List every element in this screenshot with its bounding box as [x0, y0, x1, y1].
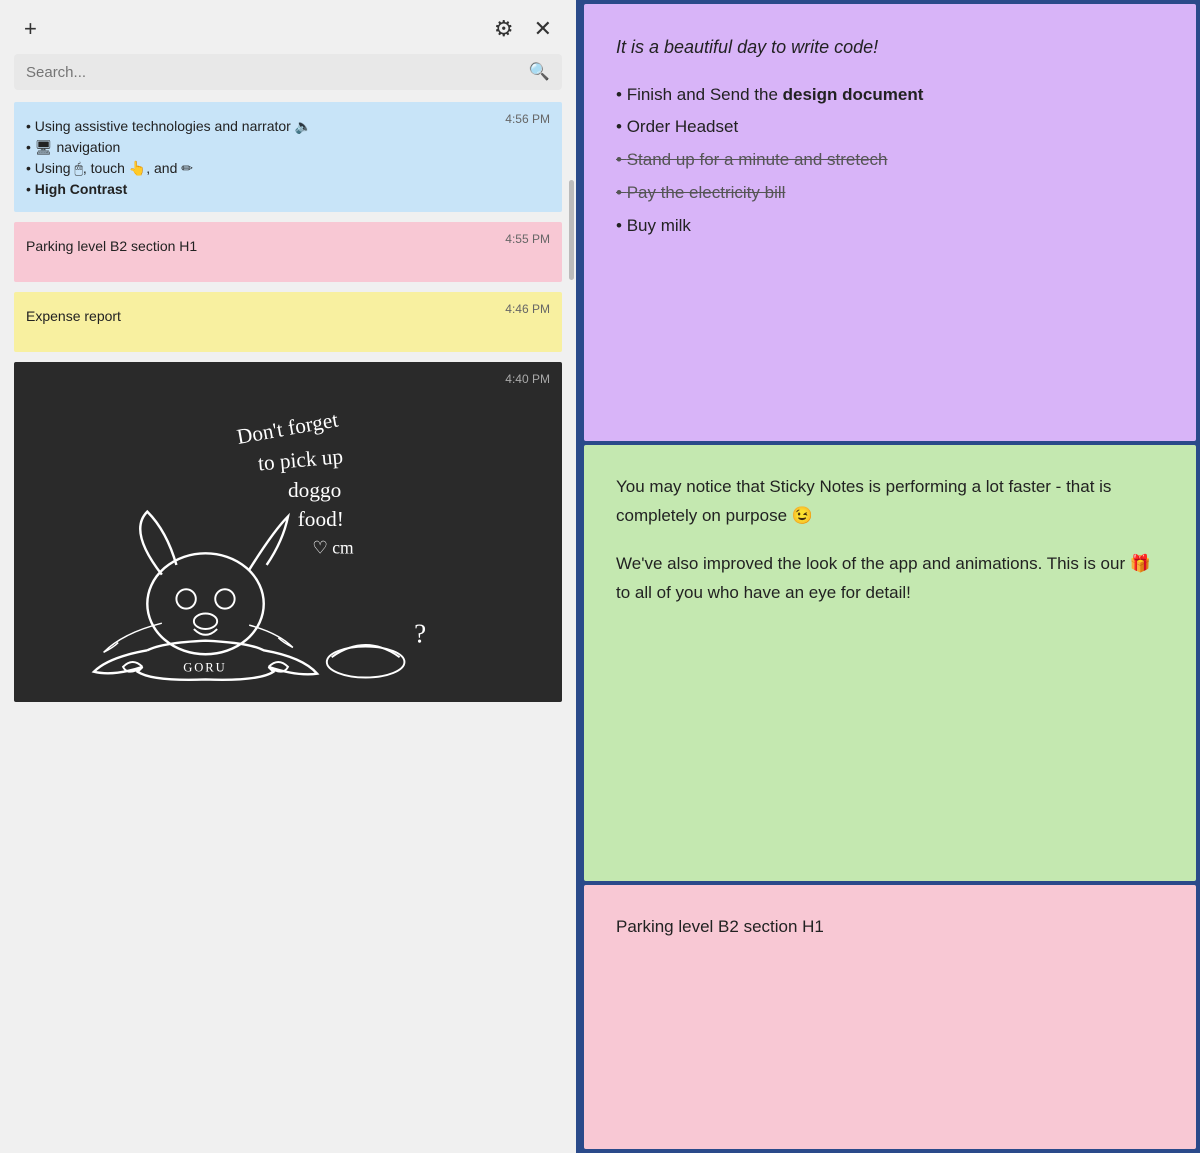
timestamp-blue: 4:56 PM	[505, 112, 550, 126]
search-input[interactable]	[26, 64, 529, 81]
note-content-yellow: Expense report	[26, 306, 550, 327]
note-content-blue: • Using assistive technologies and narra…	[26, 116, 550, 200]
purple-note-title: It is a beautiful day to write code!	[616, 32, 1164, 63]
search-bar: 🔍	[14, 54, 562, 90]
top-bar: + ⚙ ✕	[0, 0, 576, 54]
note-content-pink: Parking level B2 section H1	[26, 236, 550, 257]
sticky-note-purple[interactable]: It is a beautiful day to write code! Fin…	[584, 4, 1196, 441]
bullet-3: Stand up for a minute and stretech	[616, 146, 1164, 175]
green-note-content: You may notice that Sticky Notes is perf…	[616, 473, 1164, 609]
note-card-yellow[interactable]: 4:46 PM Expense report	[14, 292, 562, 352]
bullet-2: Order Headset	[616, 113, 1164, 142]
close-button[interactable]: ✕	[528, 14, 558, 44]
settings-button[interactable]: ⚙	[488, 14, 520, 44]
parking-note-content: Parking level B2 section H1	[616, 913, 1164, 942]
svg-text:to pick up: to pick up	[257, 444, 344, 475]
note-card-blue[interactable]: 4:56 PM • Using assistive technologies a…	[14, 102, 562, 212]
search-icon: 🔍	[529, 62, 550, 82]
scrollbar-thumb[interactable]	[569, 180, 574, 280]
add-note-button[interactable]: +	[18, 14, 43, 44]
bullet-4: Pay the electricity bill	[616, 179, 1164, 208]
svg-text:GORU: GORU	[183, 661, 227, 675]
green-para-2: We've also improved the look of the app …	[616, 550, 1164, 608]
timestamp-yellow: 4:46 PM	[505, 302, 550, 316]
left-panel: + ⚙ ✕ 🔍 4:56 PM • Using assistive techno…	[0, 0, 580, 1153]
svg-text:food!: food!	[298, 507, 344, 531]
sticky-note-green[interactable]: You may notice that Sticky Notes is perf…	[584, 445, 1196, 882]
purple-note-bullets: Finish and Send the design document Orde…	[616, 81, 1164, 241]
right-panel: It is a beautiful day to write code! Fin…	[580, 0, 1200, 1153]
dog-drawing: Don't forget to pick up doggo food! ♡ cm	[26, 376, 550, 686]
bullet-1: Finish and Send the design document	[616, 81, 1164, 110]
timestamp-pink: 4:55 PM	[505, 232, 550, 246]
note-card-pink[interactable]: 4:55 PM Parking level B2 section H1	[14, 222, 562, 282]
bullet-5: Buy milk	[616, 212, 1164, 241]
svg-text:Don't forget: Don't forget	[235, 408, 340, 449]
notes-list: 4:56 PM • Using assistive technologies a…	[0, 102, 576, 1153]
svg-text:doggo: doggo	[288, 478, 341, 502]
green-para-1: You may notice that Sticky Notes is perf…	[616, 473, 1164, 531]
sticky-note-pink-right[interactable]: Parking level B2 section H1	[584, 885, 1196, 1149]
timestamp-dark: 4:40 PM	[505, 372, 550, 386]
note-card-dark[interactable]: 4:40 PM Don't forget to pick up doggo fo…	[14, 362, 562, 702]
svg-text:♡ cm: ♡ cm	[312, 537, 354, 557]
svg-text:?: ?	[414, 619, 426, 649]
